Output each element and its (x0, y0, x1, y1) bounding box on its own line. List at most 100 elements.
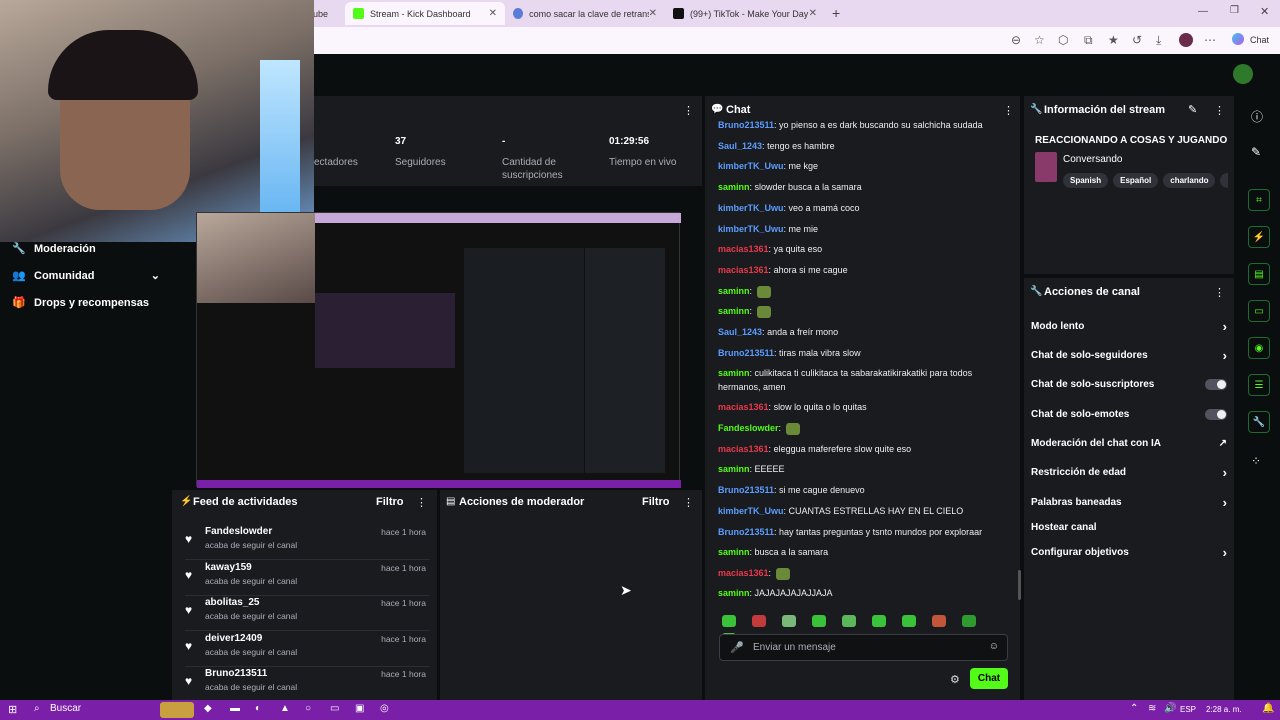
chat-username[interactable]: Bruno213511 (718, 527, 774, 537)
tab-search[interactable]: como sacar la clave de retransmisió ✕ (505, 2, 665, 25)
minimize-icon[interactable]: — (1198, 6, 1208, 17)
chat-username[interactable]: Bruno213511 (718, 348, 774, 358)
chat-username[interactable]: Saul_1243 (718, 141, 762, 151)
edit-icon[interactable]: ✎ (1251, 145, 1261, 159)
tab-tiktok[interactable]: (99+) TikTok - Make Your Day ✕ (665, 2, 825, 25)
grid-dots-icon[interactable]: ⁘ (1251, 454, 1261, 468)
chat-username[interactable]: macias1361 (718, 265, 769, 275)
list-icon[interactable]: ☰ (1248, 374, 1270, 396)
close-tab-icon[interactable]: ✕ (489, 8, 497, 19)
info-icon[interactable]: ⓘ (1251, 108, 1263, 125)
file-explorer-icon[interactable]: ▬ (230, 703, 240, 714)
chat-username[interactable]: Fandeslowder (718, 423, 779, 433)
channel-action-row[interactable]: Moderación del chat con IA ↗ (1031, 434, 1227, 452)
chat-username[interactable]: kimberTK_Uwu (718, 224, 784, 234)
reader-icon[interactable]: ⊖ (1011, 33, 1021, 47)
chat-username[interactable]: saminn (718, 588, 750, 598)
close-tab-icon[interactable]: ✕ (649, 8, 657, 19)
tray-chevron-icon[interactable]: ⌃ (1130, 703, 1138, 714)
favorites-icon[interactable]: ★ (1108, 33, 1119, 47)
chat-username[interactable]: saminn (718, 286, 750, 296)
notifications-icon[interactable]: 🔔 (1262, 703, 1274, 714)
edge-browser-icon[interactable]: ◐ (255, 703, 261, 714)
chat-username[interactable]: Bruno213511 (718, 120, 774, 130)
close-window-icon[interactable]: ✕ (1260, 5, 1269, 18)
chat-username[interactable]: kimberTK_Uwu (718, 161, 784, 171)
taskbar-search[interactable]: Buscar (50, 703, 81, 714)
download-icon[interactable]: ⤓ (1156, 33, 1161, 48)
app-icon[interactable]: ▲ (280, 703, 290, 714)
profile-avatar[interactable] (1179, 33, 1193, 47)
wifi-icon[interactable]: ≋ (1148, 703, 1156, 714)
channel-action-row[interactable]: Restricción de edad › (1031, 463, 1227, 481)
tag[interactable]: Spanish (1063, 173, 1109, 188)
chat-scrollbar[interactable] (1018, 570, 1021, 600)
chat-bubble-icon[interactable]: ▭ (1248, 300, 1270, 322)
volume-icon[interactable]: 🔊 (1164, 703, 1176, 714)
lightning-icon[interactable]: ⚡ (1248, 226, 1270, 248)
obs-icon[interactable]: ◎ (380, 703, 389, 714)
maximize-icon[interactable]: ❐ (1230, 5, 1239, 16)
channel-action-row[interactable]: Palabras baneadas › (1031, 493, 1227, 511)
close-tab-icon[interactable]: ✕ (809, 8, 817, 19)
channel-action-row[interactable]: Modo lento › (1031, 317, 1227, 335)
chat-username[interactable]: macias1361 (718, 244, 769, 254)
chat-username[interactable]: Saul_1243 (718, 327, 762, 337)
stream-preview[interactable] (196, 212, 681, 488)
tag[interactable]: charlando (1163, 173, 1216, 188)
more-options-icon[interactable]: ⋯ (1204, 33, 1216, 47)
chat-send-button[interactable]: Chat (970, 668, 1008, 689)
language-indicator[interactable]: ESP (1180, 705, 1196, 714)
feed-filter-button[interactable]: Filtro (376, 496, 404, 508)
toggle-switch[interactable] (1205, 378, 1227, 390)
user-avatar[interactable] (1233, 64, 1253, 84)
stats-menu-icon[interactable]: ⋮ (683, 104, 694, 117)
crop-icon[interactable]: ⌗ (1248, 189, 1270, 211)
taskbar-search-icon[interactable]: ⌕ (34, 703, 40, 714)
new-tab-icon[interactable]: + (832, 5, 840, 21)
stream-info-menu-icon[interactable]: ⋮ (1214, 104, 1225, 117)
wrench-icon[interactable]: 🔧 (1248, 411, 1270, 433)
chat-username[interactable]: macias1361 (718, 568, 769, 578)
chat-username[interactable]: saminn (718, 182, 750, 192)
chat-username[interactable]: saminn (718, 547, 750, 557)
channel-actions-menu-icon[interactable]: ⋮ (1214, 286, 1225, 299)
document-icon[interactable]: ▤ (1248, 263, 1270, 285)
channel-action-row[interactable]: Hostear canal (1031, 518, 1227, 536)
microphone-icon[interactable]: 🎤 (730, 641, 744, 654)
mod-filter-button[interactable]: Filtro (642, 496, 670, 508)
chat-username[interactable]: kimberTK_Uwu (718, 203, 784, 213)
clock[interactable]: 2:28 a. m. (1206, 705, 1242, 714)
edit-pencil-icon[interactable]: ✎ (1188, 103, 1197, 116)
chat-input[interactable]: 🎤 Enviar un mensaje ☺ (719, 634, 1008, 661)
emoji-icon[interactable]: ☺ (989, 641, 999, 652)
chat-username[interactable]: kimberTK_Uwu (718, 506, 784, 516)
chat-username[interactable]: Bruno213511 (718, 485, 774, 495)
copilot-icon[interactable] (1232, 33, 1244, 45)
channel-action-row[interactable]: Chat de solo-seguidores › (1031, 346, 1227, 364)
tab-kick-dashboard[interactable]: Stream - Kick Dashboard ✕ (345, 2, 505, 25)
toggle-switch[interactable] (1205, 408, 1227, 420)
chat-username[interactable]: saminn (718, 368, 750, 378)
feed-username[interactable]: abolitas_25 (205, 597, 259, 608)
taskbar-widget-image[interactable] (160, 702, 194, 718)
copilot-label[interactable]: Chat (1250, 35, 1269, 45)
chat-username[interactable]: saminn (718, 464, 750, 474)
feed-username[interactable]: Bruno213511 (205, 668, 267, 679)
terminal-icon[interactable]: ▭ (330, 703, 339, 714)
chat-username[interactable]: macias1361 (718, 402, 769, 412)
channel-action-row[interactable]: Configurar objetivos › (1031, 543, 1227, 561)
chat-settings-gear-icon[interactable]: ⚙ (950, 673, 960, 686)
tag[interactable]: Español (1113, 173, 1159, 188)
windows-start-icon[interactable]: ⊞ (8, 703, 17, 716)
channel-action-row[interactable]: Chat de solo-suscriptores (1031, 375, 1227, 393)
sidebar-item-drops[interactable]: 🎁 Drops y recompensas (12, 296, 149, 310)
sidebar-item-community[interactable]: 👥 Comunidad ⌄ (12, 269, 160, 283)
app-icon[interactable]: ▣ (355, 703, 364, 714)
tag[interactable]: m (1220, 173, 1228, 188)
feed-menu-icon[interactable]: ⋮ (416, 496, 427, 509)
extensions-icon[interactable]: ⬡ (1058, 33, 1068, 47)
history-icon[interactable]: ↺ (1132, 33, 1142, 47)
mod-menu-icon[interactable]: ⋮ (683, 496, 694, 509)
chat-username[interactable]: saminn (718, 306, 750, 316)
